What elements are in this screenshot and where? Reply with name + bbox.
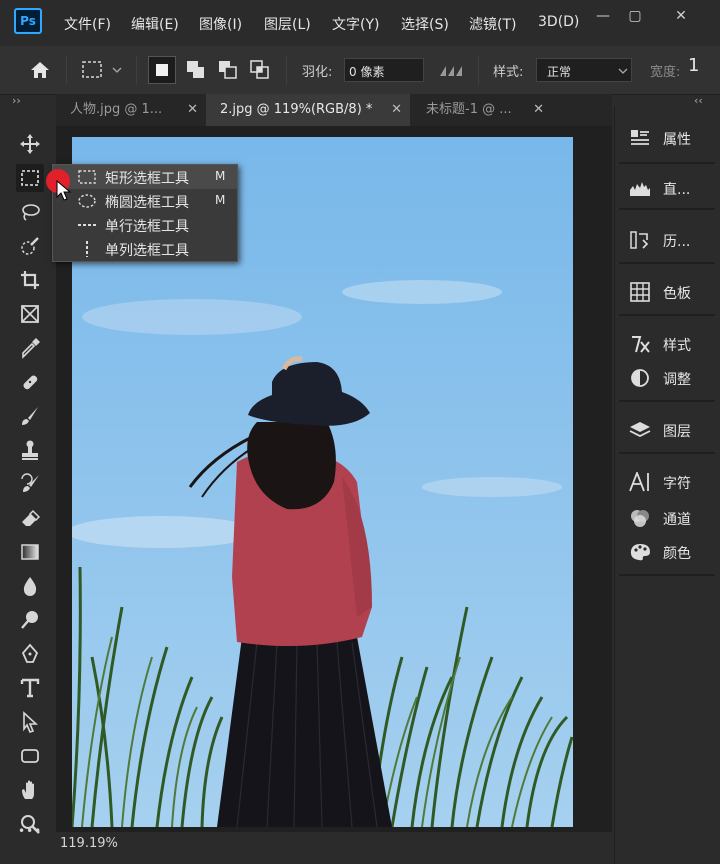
menu-file[interactable]: 文件(F) xyxy=(64,14,111,34)
expand-toolbar-icon[interactable]: ›› xyxy=(12,94,21,107)
anti-alias-icon[interactable] xyxy=(436,58,468,82)
eraser-tool-icon[interactable] xyxy=(16,504,44,532)
swatches-icon xyxy=(630,282,650,302)
rect-marquee-tool-icon[interactable] xyxy=(16,164,44,192)
close-tab-icon[interactable]: ✕ xyxy=(533,94,544,126)
mouse-pointer-icon xyxy=(56,179,72,202)
color-icon xyxy=(630,544,650,561)
intersect-selection-button[interactable] xyxy=(246,56,274,84)
width-value[interactable]: 1 xyxy=(688,55,699,76)
home-icon[interactable] xyxy=(28,58,52,82)
tab-people-jpg[interactable]: 人物.jpg @ 1... ✕ xyxy=(56,94,206,126)
pen-tool-icon[interactable] xyxy=(16,640,44,668)
styles-icon xyxy=(632,336,650,353)
menu-select[interactable]: 选择(S) xyxy=(401,14,449,34)
panel-channels[interactable]: 通道 xyxy=(615,504,715,532)
zoom-level[interactable]: 119.19% xyxy=(60,836,118,851)
properties-icon xyxy=(631,130,649,145)
rectangle-tool-icon[interactable] xyxy=(16,742,44,770)
tab-2-jpg[interactable]: 2.jpg @ 119%(RGB/8) * ✕ xyxy=(206,94,410,126)
menu-edit[interactable]: 编辑(E) xyxy=(131,14,179,34)
menu-filter[interactable]: 滤镜(T) xyxy=(469,14,516,34)
ellipse-marquee-icon xyxy=(78,194,96,208)
new-selection-button[interactable] xyxy=(148,56,176,84)
crop-tool-icon[interactable] xyxy=(16,266,44,294)
channels-icon xyxy=(631,510,649,527)
document-tabs: 人物.jpg @ 1... ✕ 2.jpg @ 119%(RGB/8) * ✕ … xyxy=(56,94,612,126)
histogram-icon xyxy=(630,182,650,196)
flyout-item-ellipse-marquee[interactable]: 椭圆选框工具 M xyxy=(53,189,237,213)
flyout-item-rect-marquee[interactable]: 矩形选框工具 M xyxy=(53,165,237,189)
rect-marquee-icon xyxy=(78,170,96,184)
layers-icon xyxy=(629,422,651,438)
chevron-down-icon xyxy=(618,68,628,74)
flyout-item-single-row-marquee[interactable]: 单行选框工具 xyxy=(53,213,237,237)
close-tab-icon[interactable]: ✕ xyxy=(187,94,198,126)
menu-layer[interactable]: 图层(L) xyxy=(264,14,311,34)
panel-adjustments[interactable]: 调整 xyxy=(615,364,715,392)
quick-selection-tool-icon[interactable] xyxy=(16,232,44,260)
minimize-button[interactable]: — xyxy=(588,8,618,28)
panel-color[interactable]: 颜色 xyxy=(615,538,715,566)
photoshop-logo: Ps xyxy=(14,8,42,34)
tools-panel: ••• xyxy=(8,124,52,854)
tab-untitled-1[interactable]: 未标题-1 @ ... ✕ xyxy=(412,94,552,126)
right-panel-dock: 属性 直... 历... 色板 样式 调整 图层 字符 通道 颜色 xyxy=(614,106,720,864)
tab-label: 2.jpg @ 119%(RGB/8) * xyxy=(220,102,373,117)
panel-properties[interactable]: 属性 xyxy=(615,124,715,152)
eyedropper-tool-icon[interactable] xyxy=(16,334,44,362)
tool-preset-picker[interactable] xyxy=(80,58,126,82)
single-column-marquee-icon xyxy=(86,241,88,257)
panel-history[interactable]: 历... xyxy=(615,226,715,254)
flyout-item-single-column-marquee[interactable]: 单列选框工具 xyxy=(53,237,237,261)
gradient-tool-icon[interactable] xyxy=(16,538,44,566)
options-bar: 羽化: 0 像素 样式: 正常 宽度: 1 xyxy=(0,46,720,95)
type-tool-icon[interactable] xyxy=(16,674,44,702)
brush-tool-icon[interactable] xyxy=(16,402,44,430)
lasso-tool-icon[interactable] xyxy=(16,198,44,226)
hand-tool-icon[interactable] xyxy=(16,776,44,804)
blur-tool-icon[interactable] xyxy=(16,572,44,600)
menu-bar: Ps 文件(F) 编辑(E) 图像(I) 图层(L) 文字(Y) 选择(S) 滤… xyxy=(0,0,720,46)
panel-swatches[interactable]: 色板 xyxy=(615,278,715,306)
style-label: 样式: xyxy=(493,65,524,80)
panel-layers[interactable]: 图层 xyxy=(615,416,715,444)
panel-styles[interactable]: 样式 xyxy=(615,330,715,358)
subtract-from-selection-button[interactable] xyxy=(214,56,242,84)
healing-brush-tool-icon[interactable] xyxy=(16,368,44,396)
dodge-tool-icon[interactable] xyxy=(16,606,44,634)
close-window-button[interactable]: ✕ xyxy=(666,8,696,28)
tab-label: 人物.jpg @ 1... xyxy=(70,102,163,117)
more-tools-icon[interactable]: ••• xyxy=(18,824,42,838)
marquee-tools-flyout: 矩形选框工具 M 椭圆选框工具 M 单行选框工具 单列选框工具 xyxy=(52,164,238,262)
status-bar: 119.19% xyxy=(56,832,612,856)
add-to-selection-button[interactable] xyxy=(182,56,210,84)
single-row-marquee-icon xyxy=(78,224,96,226)
width-label: 宽度: xyxy=(650,65,681,80)
restore-button[interactable]: ▢ xyxy=(620,8,650,28)
panel-histogram[interactable]: 直... xyxy=(615,174,715,202)
feather-label: 羽化: xyxy=(302,65,333,80)
menu-3d[interactable]: 3D(D) xyxy=(538,14,579,30)
history-brush-tool-icon[interactable] xyxy=(16,470,44,498)
close-tab-icon[interactable]: ✕ xyxy=(391,94,402,126)
tab-label: 未标题-1 @ ... xyxy=(426,102,512,117)
menu-type[interactable]: 文字(Y) xyxy=(332,14,379,34)
clone-stamp-tool-icon[interactable] xyxy=(16,436,44,464)
adjustments-icon xyxy=(631,369,649,387)
frame-tool-icon[interactable] xyxy=(16,300,44,328)
feather-input[interactable]: 0 像素 xyxy=(344,58,424,82)
style-select-value: 正常 xyxy=(547,65,572,79)
style-select[interactable]: 正常 xyxy=(536,58,632,82)
move-tool-icon[interactable] xyxy=(16,130,44,158)
character-icon xyxy=(629,472,649,492)
panel-character[interactable]: 字符 xyxy=(615,468,715,496)
history-icon xyxy=(630,231,649,249)
menu-image[interactable]: 图像(I) xyxy=(199,14,242,34)
path-selection-tool-icon[interactable] xyxy=(16,708,44,736)
